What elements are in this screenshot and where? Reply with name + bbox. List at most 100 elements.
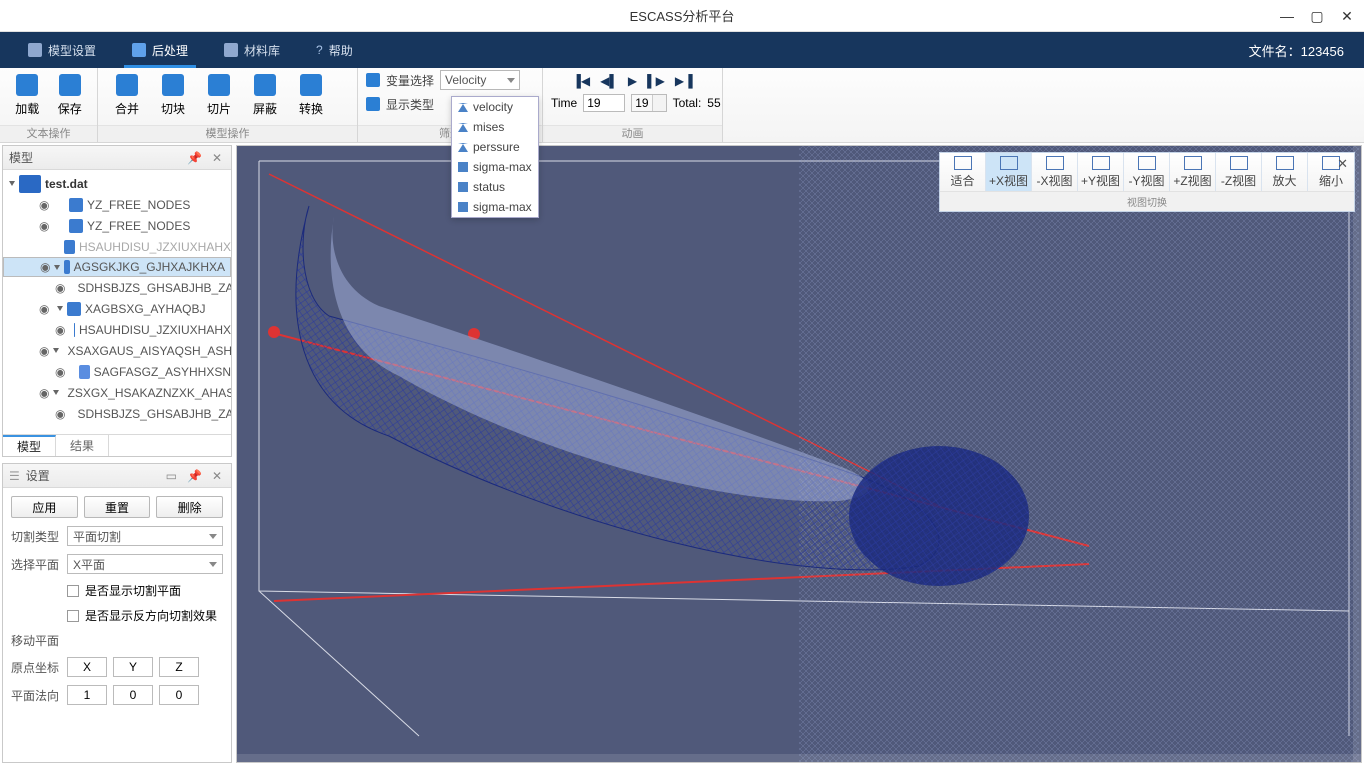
origin-z-input[interactable] [159,657,199,677]
menu-help[interactable]: ? 帮助 [298,32,371,68]
view-button-0[interactable]: 适合 [940,153,986,191]
dice-button[interactable]: 切块 [150,72,196,125]
tree-row[interactable]: ◉HSAUHDISU_JZXIUXHAHX [3,319,231,340]
time-spinner[interactable]: 19 [631,94,666,112]
visibility-icon[interactable]: ◉ [55,323,65,337]
tree-row[interactable]: ◉SDHSBJZS_GHSABJHB_ZAHU [3,277,231,298]
square-icon [458,182,468,192]
last-frame-icon[interactable]: ▶▐ [675,74,693,88]
view-button-3[interactable]: +Y视图 [1078,153,1124,191]
close-icon[interactable]: ✕ [209,469,225,483]
spinner-down-icon[interactable] [653,103,666,111]
undock-icon[interactable]: ▭ [163,469,180,483]
chevron-down-icon [507,78,515,83]
apply-button[interactable]: 应用 [11,496,78,518]
tree-row[interactable]: ◉XSAXGAUS_AISYAQSH_ASHX [3,340,231,361]
tree-row[interactable]: HSAUHDISU_JZXIUXHAHX [3,236,231,257]
tree-row[interactable]: ◉ZSXGX_HSAKAZNZXK_AHASX [3,382,231,403]
normal-x-input[interactable] [67,685,107,705]
visibility-icon[interactable]: ◉ [55,407,65,421]
visibility-icon[interactable]: ◉ [39,344,49,358]
scrollbar-vertical[interactable] [1353,146,1361,762]
tree-row[interactable]: ◉ SAGFASGZ_ASYHHXSN [3,361,231,382]
caret-icon[interactable] [9,181,15,186]
tree-row[interactable]: ◉AGSGKJKG_GJHXAJKHXA [3,257,231,277]
prev-frame-icon[interactable]: ◀▌ [600,74,618,88]
maximize-icon[interactable]: ▢ [1308,7,1326,25]
next-frame-icon[interactable]: ▌▶ [647,74,665,88]
menu-materials[interactable]: 材料库 [206,32,298,68]
first-frame-icon[interactable]: ▐◀ [572,74,590,88]
cut-type-select[interactable]: 平面切割 [67,526,223,546]
menu-model-settings[interactable]: 模型设置 [10,32,114,68]
delete-button[interactable]: 删除 [156,496,223,518]
view-button-5[interactable]: +Z视图 [1170,153,1216,191]
menu-postprocess[interactable]: 后处理 [114,32,206,68]
close-icon[interactable]: ✕ [1338,7,1356,25]
caret-icon[interactable] [54,265,60,270]
view-button-2[interactable]: -X视图 [1032,153,1078,191]
merge-button[interactable]: 合并 [104,72,150,125]
visibility-icon[interactable]: ◉ [39,219,53,233]
option-velocity[interactable]: velocity [452,97,538,117]
cube-view-icon [1138,156,1156,170]
time-input-a[interactable] [583,94,625,112]
close-icon[interactable]: ✕ [1337,156,1348,172]
pin-icon[interactable]: 📌 [184,469,205,483]
view-button-1[interactable]: +X视图 [986,153,1032,191]
normal-z-input[interactable] [159,685,199,705]
visibility-icon[interactable]: ◉ [39,198,53,212]
show-reverse-checkbox[interactable] [67,610,79,622]
menu-label: 模型设置 [48,42,96,59]
pin-icon[interactable]: 📌 [184,151,205,165]
option-mises[interactable]: mises [452,117,538,137]
reset-button[interactable]: 重置 [84,496,151,518]
tab-model[interactable]: 模型 [3,435,56,456]
tree-root[interactable]: test.dat [3,173,231,194]
menubar: 模型设置 后处理 材料库 ? 帮助 文件名：123456 [0,32,1364,68]
origin-x-input[interactable] [67,657,107,677]
caret-icon[interactable] [57,306,63,311]
view-button-7[interactable]: 放大 [1262,153,1308,191]
tab-result[interactable]: 结果 [56,435,109,456]
option-sigma-max-2[interactable]: sigma-max [452,197,538,217]
variable-dropdown[interactable]: Velocity [440,70,520,90]
caret-icon[interactable] [53,348,59,353]
view-button-6[interactable]: -Z视图 [1216,153,1262,191]
caret-icon[interactable] [53,390,59,395]
tree-label: XAGBSXG_AYHAQBJ [85,302,206,316]
convert-button[interactable]: 转换 [288,72,334,125]
option-sigma-max[interactable]: sigma-max [452,157,538,177]
option-status[interactable]: status [452,177,538,197]
plane-select[interactable]: X平面 [67,554,223,574]
model-tree[interactable]: test.dat ◉YZ_FREE_NODES◉YZ_FREE_NODESHSA… [3,170,231,434]
window-controls: — ▢ ✕ [1278,0,1356,32]
tree-row[interactable]: ◉YZ_FREE_NODES [3,194,231,215]
play-icon[interactable]: ▶ [628,74,637,88]
visibility-icon[interactable]: ◉ [39,302,53,316]
tree-label: SAGFASGZ_ASYHHXSN [94,365,231,379]
tree-row[interactable]: ◉SDHSBJZS_GHSABJHB_ZAHU [3,403,231,424]
visibility-icon[interactable]: ◉ [39,386,49,400]
view-button-label: -Y视图 [1128,172,1164,189]
tree-row[interactable]: ◉YZ_FREE_NODES [3,215,231,236]
scrollbar-horizontal[interactable] [237,754,1361,762]
mask-button[interactable]: 屏蔽 [242,72,288,125]
close-icon[interactable]: ✕ [209,151,225,165]
cube-view-icon [1184,156,1202,170]
normal-y-input[interactable] [113,685,153,705]
spinner-up-icon[interactable] [653,95,666,103]
origin-y-input[interactable] [113,657,153,677]
show-cut-plane-checkbox[interactable] [67,585,79,597]
visibility-icon[interactable]: ◉ [55,365,65,379]
visibility-icon[interactable]: ◉ [40,260,50,274]
viewport-3d[interactable]: 蓝蓝设计 www.lanlanwork.com [236,145,1362,763]
tree-row[interactable]: ◉ XAGBSXG_AYHAQBJ [3,298,231,319]
slice-button[interactable]: 切片 [196,72,242,125]
save-button[interactable]: 保存 [49,72,92,125]
minimize-icon[interactable]: — [1278,7,1296,25]
visibility-icon[interactable]: ◉ [55,281,65,295]
load-button[interactable]: 加载 [6,72,49,125]
view-button-4[interactable]: -Y视图 [1124,153,1170,191]
option-pressure[interactable]: perssure [452,137,538,157]
